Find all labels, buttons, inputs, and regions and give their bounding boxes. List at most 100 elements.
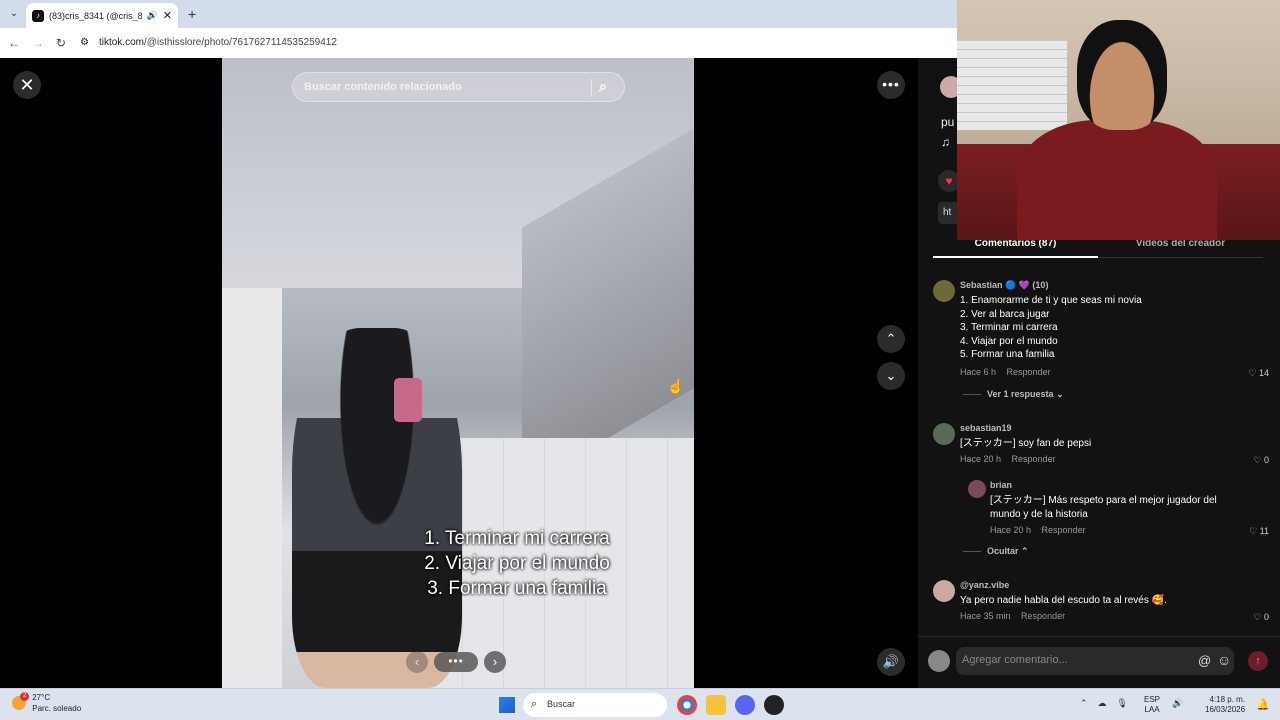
site-info-icon[interactable]: ⚙ xyxy=(80,37,89,48)
chrome-icon[interactable] xyxy=(677,695,697,715)
tray-chevron-icon[interactable]: ⌃ xyxy=(1080,698,1088,709)
avatar[interactable] xyxy=(968,480,986,498)
reply-button[interactable]: Responder xyxy=(1007,367,1051,377)
previous-post-button[interactable]: ⌃ xyxy=(877,325,905,353)
more-icon: ••• xyxy=(882,76,900,92)
tab-close-icon[interactable]: ✕ xyxy=(163,9,172,22)
close-viewer-button[interactable]: ✕ xyxy=(13,71,41,99)
chevron-up-icon: ⌃ xyxy=(1021,546,1029,556)
reply-button[interactable]: Responder xyxy=(1042,525,1086,535)
carousel-next-button[interactable]: › xyxy=(484,651,506,673)
comment-like-button[interactable]: ♡ 0 xyxy=(1253,455,1269,466)
comment-line: 3. Terminar mi carrera xyxy=(960,322,1058,333)
photo-caption-overlay: 1. Terminar mi carrera 2. Viajar por el … xyxy=(402,526,632,601)
heart-outline-icon: ♡ xyxy=(1248,368,1259,378)
view-replies-label: Ver 1 respuesta xyxy=(987,389,1054,399)
music-note-icon: ♫ xyxy=(941,135,950,149)
search-icon: ⌕ xyxy=(531,698,538,710)
new-tab-button[interactable]: + xyxy=(188,6,196,22)
my-avatar[interactable] xyxy=(928,650,950,672)
comment-username[interactable]: brian xyxy=(990,480,1012,490)
comment-text: [ステッカー] soy fan de pepsi xyxy=(960,438,1092,449)
tab-search-icon[interactable]: ⌄ xyxy=(6,6,22,22)
clock[interactable]: 4:18 p. m. 16/03/2026 xyxy=(1205,695,1245,715)
clock-date: 16/03/2026 xyxy=(1205,705,1246,714)
carousel-prev-button[interactable]: ‹ xyxy=(406,651,428,673)
heart-outline-icon: ♡ xyxy=(1253,612,1264,622)
tab-audio-icon[interactable]: 🔊 xyxy=(147,10,158,21)
send-button[interactable]: ↑ xyxy=(1248,651,1268,671)
weather-widget[interactable]: 2 27°C Parc. soleado xyxy=(12,692,81,714)
send-arrow-icon: ↑ xyxy=(1255,655,1261,667)
overlay-line: 2. Viajar por el mundo xyxy=(424,553,610,574)
photo-phone xyxy=(394,378,422,422)
avatar[interactable] xyxy=(933,280,955,302)
reply-button[interactable]: Responder xyxy=(1021,611,1065,621)
network-icon[interactable]: ☁ xyxy=(1098,698,1107,709)
post-photo[interactable]: Buscar contenido relacionado ⌕ 1. Termin… xyxy=(222,58,694,688)
comment-like-button[interactable]: ♡ 0 xyxy=(1253,612,1269,623)
taskbar-search-label: Buscar xyxy=(547,699,576,709)
mention-at-icon[interactable]: @ xyxy=(1198,653,1211,668)
streamer-head xyxy=(1077,20,1167,130)
comment-username[interactable]: Sebastian 🔵 💜 (10) xyxy=(960,280,1048,291)
hide-replies-button[interactable]: Ocultar ⌃ xyxy=(963,546,1029,557)
streamer-body xyxy=(1017,120,1217,240)
forward-icon[interactable]: → xyxy=(32,36,44,50)
volume-tray-icon[interactable]: 🔊 xyxy=(1172,698,1183,709)
url-path: /@isthisslore/photo/7617627114535259412 xyxy=(143,36,337,48)
address-bar[interactable]: ⚙ tiktok.com/@isthisslore/photo/76176271… xyxy=(80,31,950,53)
related-search-placeholder: Buscar contenido relacionado xyxy=(304,81,462,93)
url-host: tiktok.com xyxy=(98,36,144,48)
comment-item: Sebastian 🔵 💜 (10) 1. Enamorarme de ti y… xyxy=(933,280,1273,380)
weather-desc: Parc. soleado xyxy=(32,704,82,713)
volume-button[interactable]: 🔊 xyxy=(877,648,905,676)
comment-line: 5. Formar una familia xyxy=(960,349,1055,360)
webcam-overlay xyxy=(957,0,1280,240)
language-indicator[interactable]: ESP LAA xyxy=(1144,695,1160,715)
photo-carousel-controls: ‹ ••• › xyxy=(406,650,512,674)
divider xyxy=(963,394,981,396)
clock-time: 4:18 p. m. xyxy=(1209,695,1246,704)
post-description: pu xyxy=(941,115,955,129)
comment-line: 4. Viajar por el mundo xyxy=(960,335,1058,347)
view-replies-button[interactable]: Ver 1 respuesta ⌄ xyxy=(963,389,1064,400)
related-search-input[interactable]: Buscar contenido relacionado ⌕ xyxy=(292,72,625,102)
browser-tab[interactable]: ♪ (83)cris_8341 (@cris_8341) 🔊 ✕ xyxy=(26,3,178,28)
comment-time: Hace 20 h xyxy=(960,454,1002,464)
wall-calendar xyxy=(957,40,1067,130)
language-code: ESP xyxy=(1144,695,1161,704)
reply-button[interactable]: Responder xyxy=(1012,454,1056,464)
weather-temp: 27°C xyxy=(32,693,51,702)
search-icon[interactable]: ⌕ xyxy=(599,78,607,95)
back-icon[interactable]: ← xyxy=(8,36,20,50)
obs-icon[interactable] xyxy=(764,695,784,715)
more-options-button[interactable]: ••• xyxy=(877,71,905,99)
avatar[interactable] xyxy=(933,423,955,445)
start-button-icon[interactable] xyxy=(499,697,515,713)
microphone-icon[interactable]: 🎙 xyxy=(1117,698,1128,709)
avatar[interactable] xyxy=(933,580,955,602)
comment-like-button[interactable]: ♡ 14 xyxy=(1248,368,1269,379)
system-tray: ⌃ ☁ 🎙 xyxy=(1080,698,1128,709)
photo-wall-left xyxy=(222,288,282,688)
heart-outline-icon: ♡ xyxy=(1249,526,1260,536)
taskbar: 2 27°C Parc. soleado ⌕ Buscar ⌃ ☁ 🎙 ESP LA… xyxy=(0,688,1280,720)
comment-meta: Hace 35 min Responder xyxy=(960,611,1073,621)
comment-meta: Hace 6 h Responder xyxy=(960,367,1059,377)
taskbar-search[interactable]: ⌕ Buscar xyxy=(523,693,667,717)
comment-text: Ya pero nadie habla del escudo ta al rev… xyxy=(960,595,1167,606)
comment-like-button[interactable]: ♡ 11 xyxy=(1249,526,1269,537)
next-post-button[interactable]: ⌄ xyxy=(877,362,905,390)
notifications-icon[interactable]: 🔔 xyxy=(1256,698,1270,711)
emoji-icon[interactable]: ☺ xyxy=(1217,652,1231,668)
file-explorer-icon[interactable] xyxy=(706,695,726,715)
comment-input[interactable]: Agregar comentario... xyxy=(956,647,1234,675)
reload-icon[interactable]: ↻ xyxy=(56,36,66,50)
comment-meta: Hace 20 h Responder xyxy=(990,525,1094,535)
discord-icon[interactable] xyxy=(735,695,755,715)
language-layout: LAA xyxy=(1144,705,1160,714)
volume-icon: 🔊 xyxy=(882,654,900,669)
comment-username[interactable]: @yanz.vibe xyxy=(960,580,1009,590)
comment-username[interactable]: sebastian19 xyxy=(960,423,1012,433)
